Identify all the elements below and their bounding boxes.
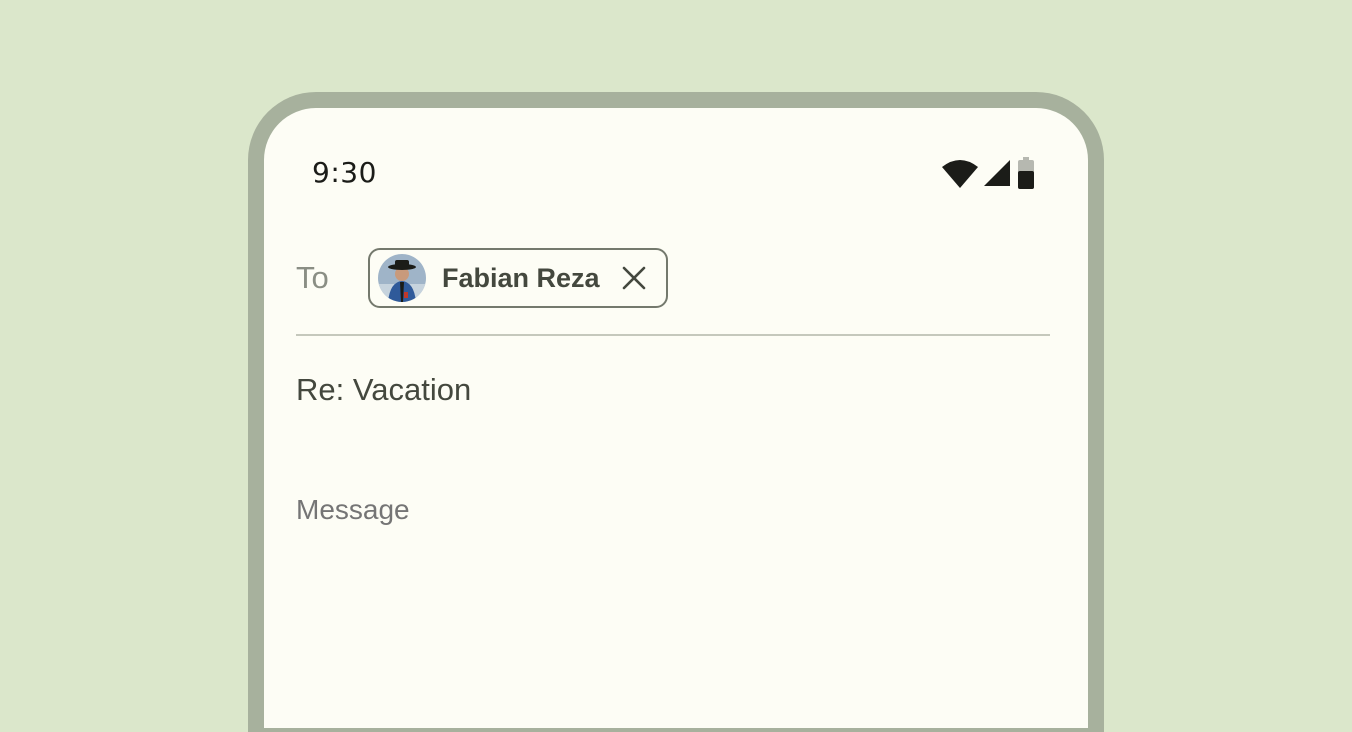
avatar	[378, 254, 426, 302]
close-icon[interactable]	[620, 264, 648, 292]
status-time: 9:30	[312, 156, 377, 189]
wifi-icon	[942, 158, 978, 188]
cellular-signal-icon	[982, 158, 1012, 188]
recipient-name: Fabian Reza	[442, 262, 600, 293]
subject-field[interactable]: Re: Vacation	[296, 372, 471, 408]
phone-screen: 9:30 To Fabian Reza Re: Vacation Message	[264, 108, 1088, 728]
to-field-row[interactable]: To Fabian Reza	[296, 248, 1050, 336]
to-label: To	[296, 260, 329, 295]
status-icons	[942, 157, 1036, 189]
message-field[interactable]	[296, 494, 896, 526]
battery-icon	[1016, 157, 1036, 189]
recipient-chip[interactable]: Fabian Reza	[368, 248, 668, 308]
